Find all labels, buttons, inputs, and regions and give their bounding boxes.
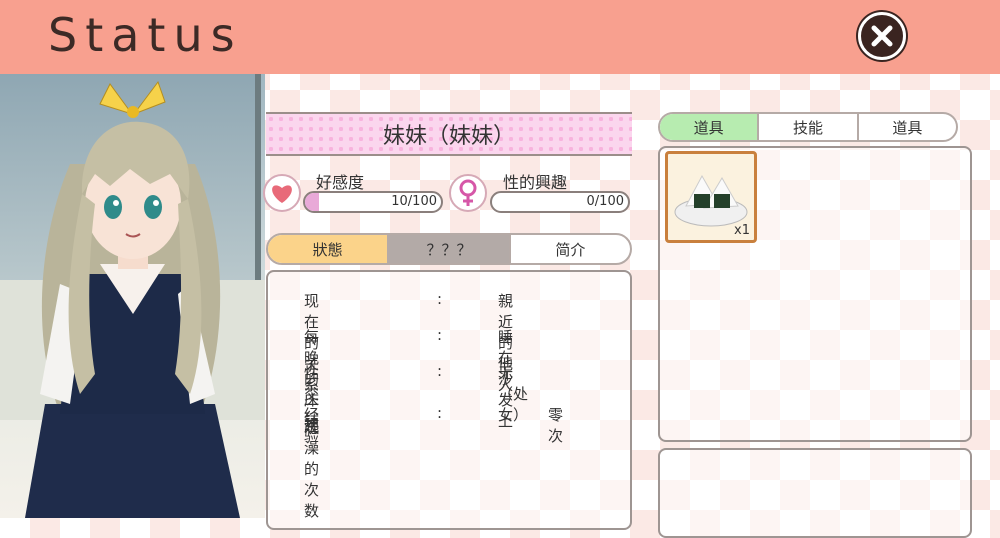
bath-count-label-line2: 洗澡的次数	[304, 418, 320, 520]
item-description-panel	[658, 448, 972, 538]
item-tabs: 道具 技能 道具	[658, 112, 958, 142]
bath-count-value: 零次	[548, 406, 564, 445]
page-title: Status	[48, 8, 243, 62]
sexual-interest-label: 性的興趣	[503, 173, 568, 192]
tab-unknown[interactable]: ？？？	[389, 235, 511, 263]
sexual-interest-value: 0/100	[586, 194, 624, 209]
tab-items-2[interactable]: 道具	[859, 114, 956, 140]
status-info-panel	[266, 270, 632, 530]
tab-skills[interactable]: 技能	[759, 114, 859, 140]
affection-bar: 10/100	[303, 191, 443, 213]
character-name: 妹妹（妹妹）	[382, 124, 515, 149]
tab-status[interactable]: 狀態	[268, 235, 390, 263]
title-bar: Status	[0, 0, 1000, 74]
affection-label: 好感度	[316, 173, 365, 192]
character-portrait	[25, 80, 240, 518]
tab-items[interactable]: 道具	[660, 114, 760, 140]
sexual-interest-bar: 0/100	[490, 191, 630, 213]
female-symbol-icon	[449, 174, 487, 212]
item-count: x1	[734, 223, 750, 238]
sex-experience-value: 无（处女）	[498, 364, 529, 424]
row-colon: :	[437, 326, 443, 344]
close-button[interactable]	[858, 12, 906, 60]
row-colon: :	[437, 404, 443, 422]
info-tabs: 狀態 ？？？ 简介	[266, 233, 632, 265]
row-colon: :	[437, 290, 443, 308]
close-icon	[871, 25, 893, 47]
affection-bar-fill	[305, 193, 319, 211]
character-name-bar: 妹妹（妹妹）	[266, 112, 632, 156]
tab-profile[interactable]: 简介	[511, 235, 630, 263]
row-colon: :	[437, 362, 443, 380]
affection-value: 10/100	[391, 194, 437, 209]
heart-icon	[263, 174, 301, 212]
inventory-slot[interactable]: x1	[665, 151, 757, 243]
